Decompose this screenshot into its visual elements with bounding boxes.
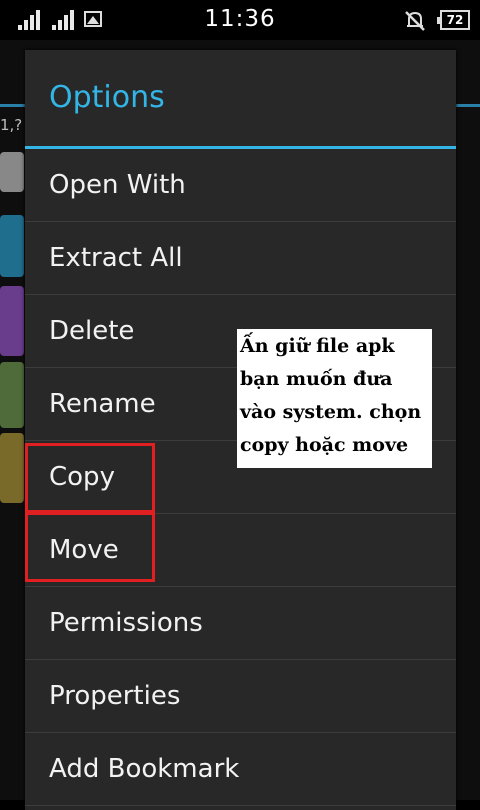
background-thumb (0, 152, 24, 192)
background-text: 1,? (0, 116, 23, 134)
highlight-copy-box (25, 443, 155, 513)
menu-item-add-bookmark[interactable]: Add Bookmark (25, 733, 456, 806)
background-thumb (0, 215, 24, 277)
background-thumb (0, 362, 24, 428)
background-thumb (0, 433, 24, 503)
dialog-title: Options (49, 80, 165, 115)
highlight-move-box (25, 512, 155, 582)
status-bar: 11:36 72 (0, 0, 480, 40)
mute-icon (405, 11, 425, 31)
menu-item-open-with[interactable]: Open With (25, 149, 456, 222)
menu-item-extract-all[interactable]: Extract All (25, 222, 456, 295)
battery-icon: 72 (437, 10, 470, 30)
annotation-note: Ấn giữ file apk bạn muốn đưa vào system.… (237, 329, 432, 468)
menu-item-permissions[interactable]: Permissions (25, 587, 456, 660)
background-thumb (0, 286, 24, 356)
menu-item-properties[interactable]: Properties (25, 660, 456, 733)
